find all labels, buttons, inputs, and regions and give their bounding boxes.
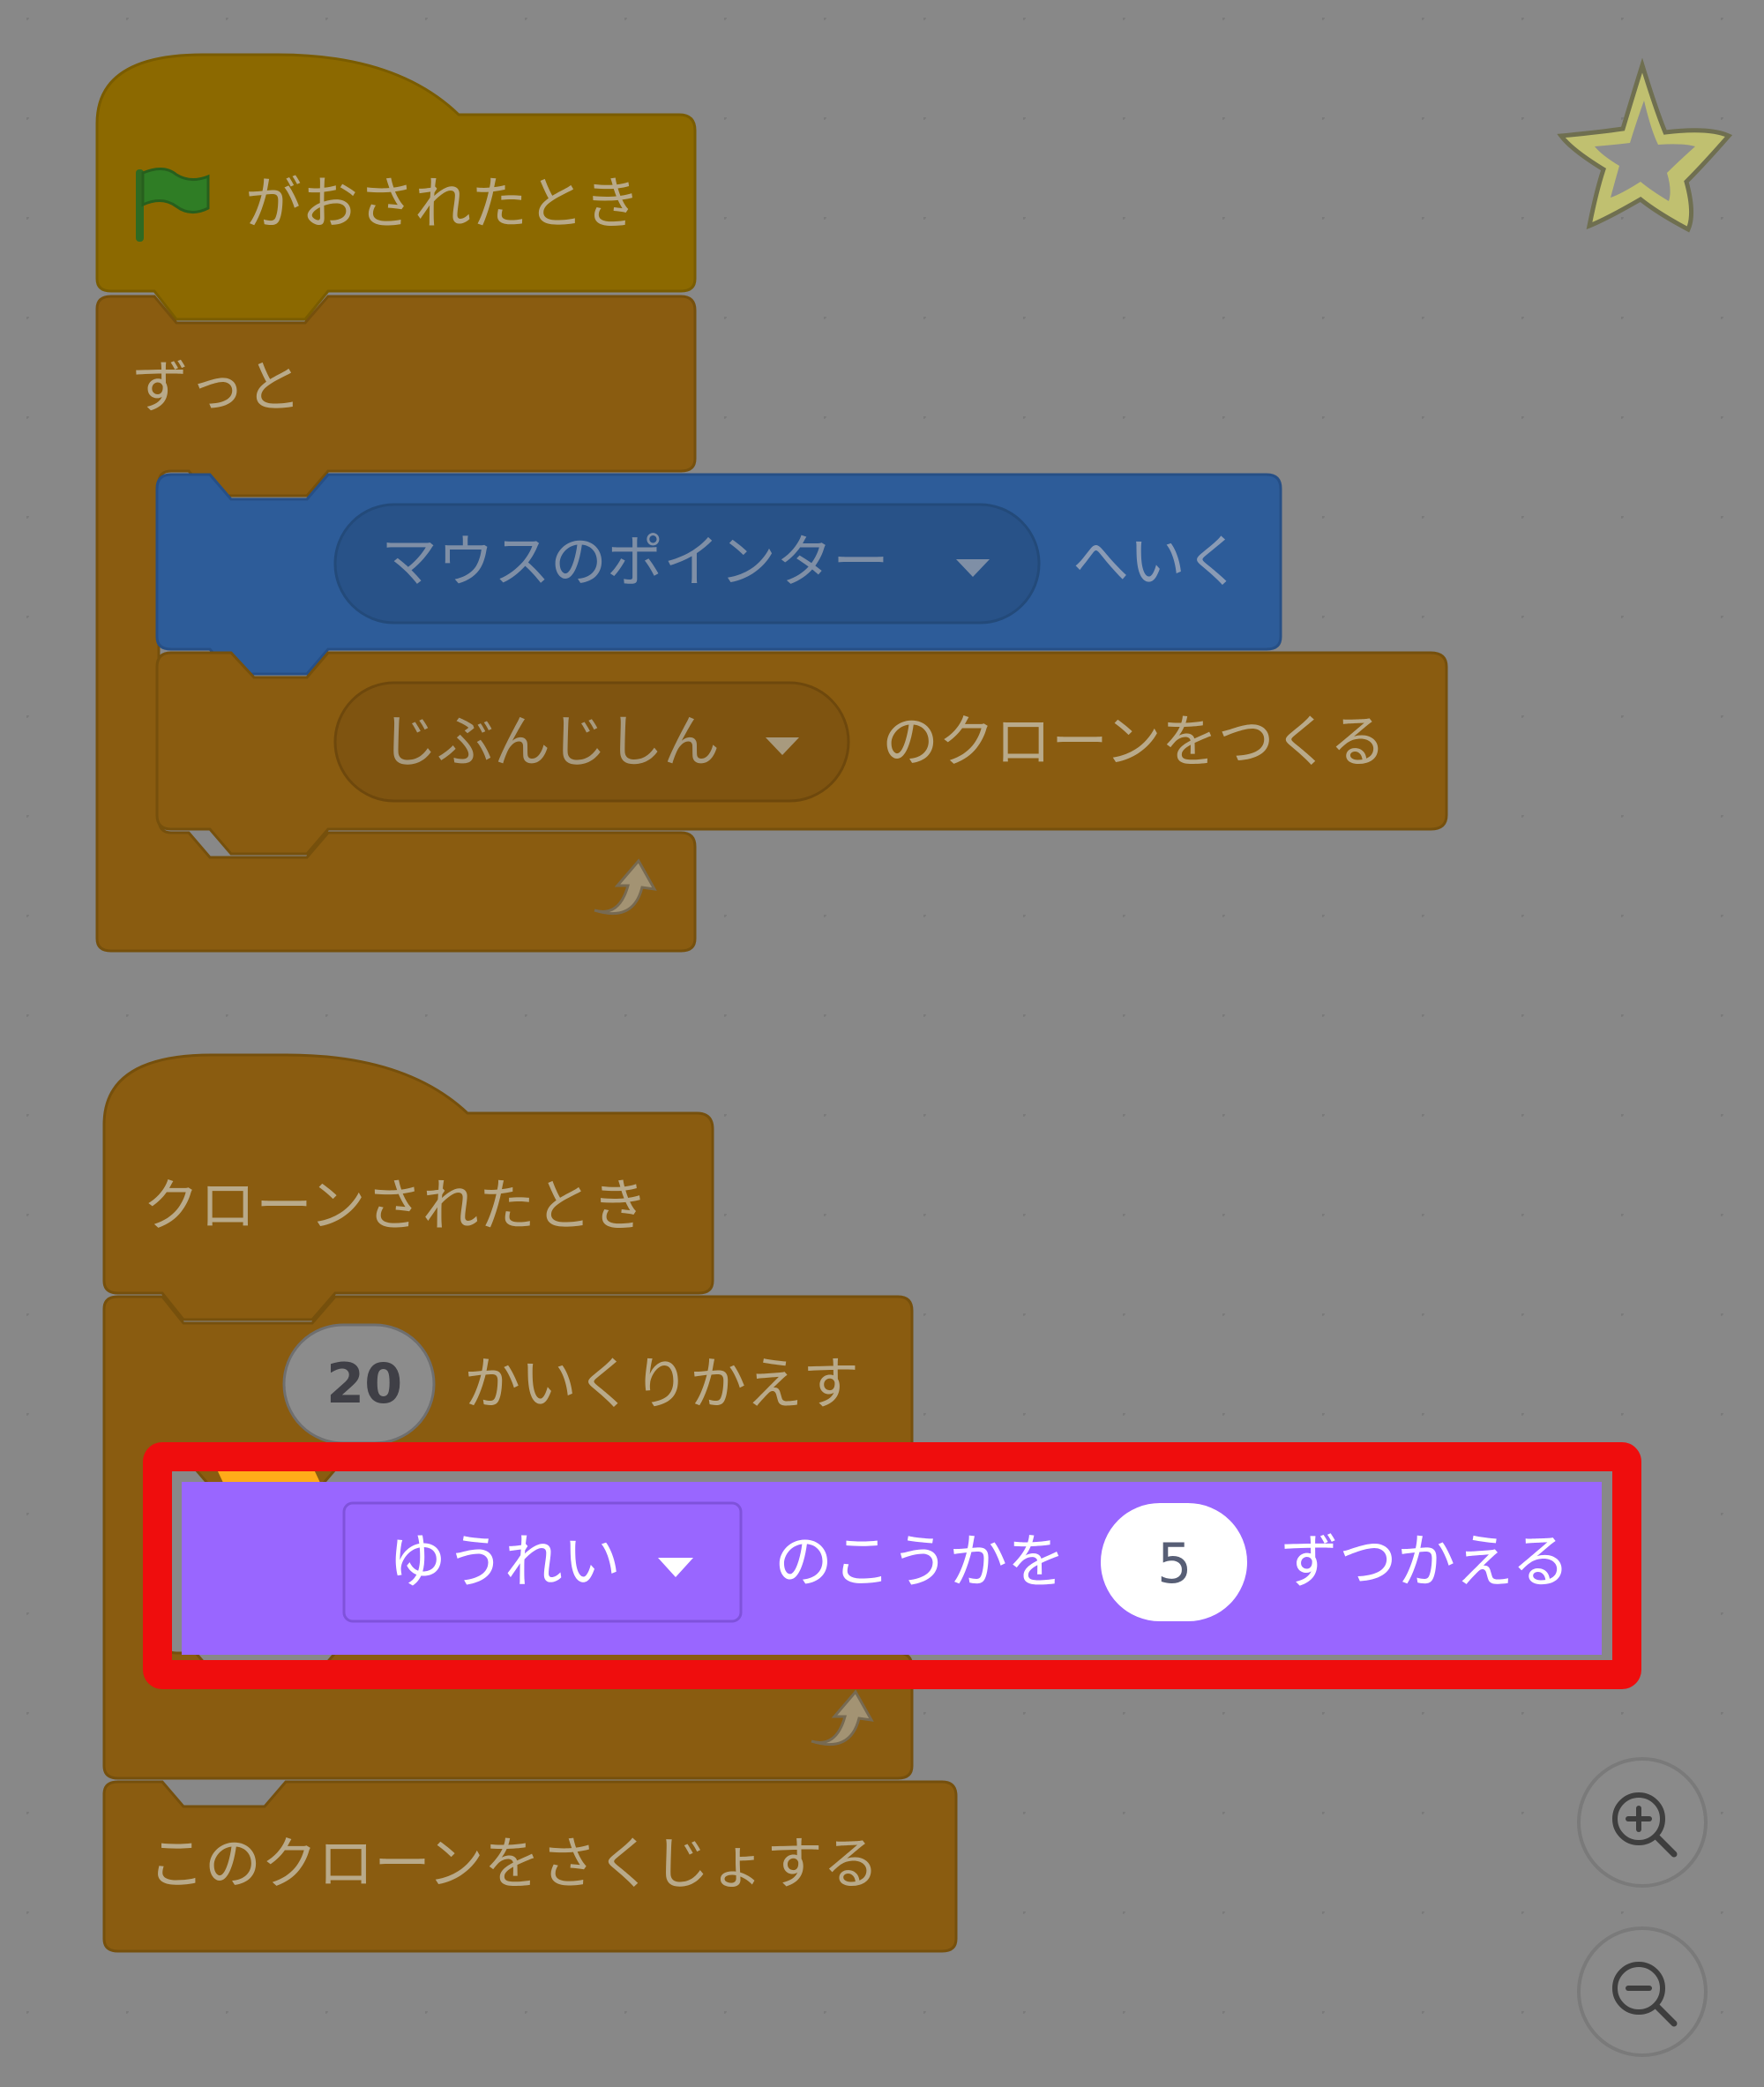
star-icon xyxy=(1557,58,1733,233)
repeat-label: かいくりかえす xyxy=(464,1352,859,1418)
loop-arrow-icon xyxy=(594,858,657,916)
when-flag-clicked-label: がおされたとき xyxy=(245,172,640,237)
green-flag-icon xyxy=(136,168,210,242)
caret-down-icon xyxy=(766,737,799,755)
when-clone-starts-label: クローンされたとき xyxy=(143,1174,648,1239)
highlight-frame xyxy=(143,1442,1641,1689)
zoom-out-icon xyxy=(1612,1962,1678,2027)
clone-dropdown-value: じぶんじしん xyxy=(381,710,720,775)
code-area xyxy=(95,53,1602,1953)
loop-arrow-icon xyxy=(811,1689,874,1747)
zoom-in-button[interactable] xyxy=(1577,1757,1708,1888)
repeat-count-value: 20 xyxy=(326,1351,403,1416)
goto-dropdown-value: マウスのポインター xyxy=(381,530,889,595)
zoom-out-button[interactable] xyxy=(1577,1926,1708,2057)
delete-clone-label: このクローンをさくじょする xyxy=(148,1832,879,1897)
forever-label: ずっと xyxy=(132,355,302,421)
goto-suffix-label: へいく xyxy=(1073,530,1242,595)
create-clone-suffix-label: のクローンをつくる xyxy=(882,710,1387,775)
caret-down-icon xyxy=(956,559,990,577)
zoom-in-icon xyxy=(1612,1792,1678,1858)
